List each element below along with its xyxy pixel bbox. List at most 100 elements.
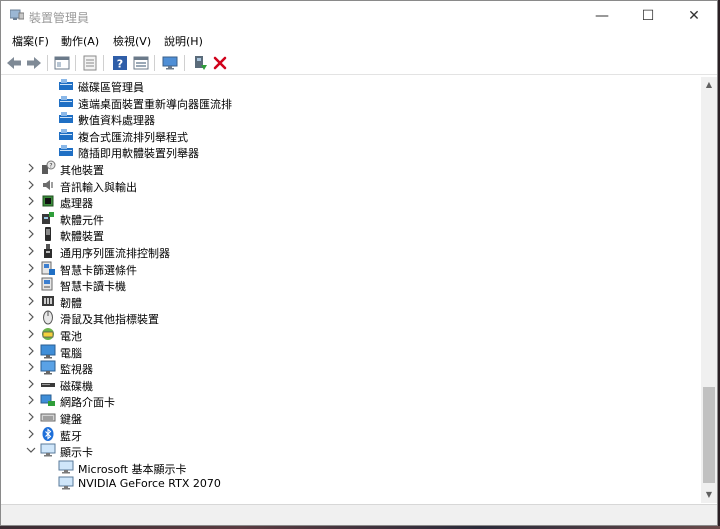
scroll-thumb[interactable] [703, 387, 715, 483]
mouse-icon [40, 309, 56, 325]
chevron-right-icon[interactable] [26, 245, 36, 257]
chevron-down-icon: ▼ [705, 490, 713, 499]
chevron-right-icon[interactable] [26, 228, 36, 240]
toolbar-separator [184, 55, 185, 71]
tree-row-label: 數值資料處理器 [78, 114, 155, 128]
tree-row[interactable]: 軟體元件 [2, 210, 692, 227]
vertical-scrollbar[interactable]: ▲ ▼ [701, 77, 717, 503]
tree-row[interactable]: 隨插即用軟體裝置列舉器 [2, 143, 692, 160]
tree-row[interactable]: ? 其他裝置 [2, 160, 692, 177]
chevron-right-icon[interactable] [26, 328, 36, 340]
tree-row-label: 網路介面卡 [60, 396, 115, 410]
tree-row-label: Microsoft 基本顯示卡 [78, 462, 187, 476]
tree-row[interactable]: 韌體 [2, 293, 692, 310]
tree-row[interactable]: 通用序列匯流排控制器 [2, 243, 692, 260]
tree-row[interactable]: NVIDIA GeForce RTX 2070 [2, 475, 692, 492]
forward-arrow-icon[interactable] [25, 54, 43, 72]
chevron-down-icon[interactable] [26, 444, 36, 456]
maximize-icon: ☐ [641, 8, 655, 24]
update-driver-icon[interactable] [191, 54, 209, 72]
tree-row[interactable]: 電腦 [2, 343, 692, 360]
disk-drive-icon [40, 376, 56, 392]
menu-action[interactable]: 動作(A) [59, 33, 101, 49]
tree-row[interactable]: 智慧卡讀卡機 [2, 276, 692, 293]
tree-row-label: 磁碟區管理員 [78, 81, 144, 94]
chevron-right-icon[interactable] [26, 162, 36, 174]
display-adapter-icon [40, 442, 56, 458]
close-button[interactable]: ✕ [671, 1, 717, 31]
status-bar [1, 504, 717, 525]
menu-view[interactable]: 檢視(V) [111, 33, 153, 49]
chevron-right-icon[interactable] [26, 411, 36, 423]
chevron-right-icon[interactable] [26, 394, 36, 406]
tree-row[interactable]: 數值資料處理器 [2, 110, 692, 127]
tree-row-label: 電腦 [60, 346, 82, 360]
tree-row[interactable]: 處理器 [2, 193, 692, 210]
tree-row-label: 複合式匯流排列舉程式 [78, 130, 188, 144]
tree-row[interactable]: 軟體裝置 [2, 226, 692, 243]
chevron-right-icon[interactable] [26, 212, 36, 224]
chevron-right-icon[interactable] [26, 262, 36, 274]
tree-row-label: 軟體裝置 [60, 230, 104, 244]
tree-row-label: NVIDIA GeForce RTX 2070 [78, 477, 221, 491]
tree-row-label: 軟體元件 [60, 213, 104, 227]
monitor-icon[interactable] [161, 54, 179, 72]
storage-controller-icon [58, 77, 74, 93]
processor-icon [40, 193, 56, 209]
chevron-right-icon[interactable] [26, 378, 36, 390]
tree-row[interactable]: 磁碟區管理員 [2, 77, 692, 94]
tree-row[interactable]: 遠端桌面裝置重新導向器匯流排 [2, 94, 692, 111]
tree-row[interactable]: 藍牙 [2, 426, 692, 443]
tree-row-label: 滑鼠及其他指標裝置 [60, 313, 159, 327]
tree-row[interactable]: 磁碟機 [2, 376, 692, 393]
device-tree[interactable]: 磁碟區管理員 遠端桌面裝置重新導向器匯流排數值資料處理器複合式匯流排列舉程式 隨插即… [2, 77, 700, 503]
chevron-right-icon[interactable] [26, 345, 36, 357]
tree-row-label: 通用序列匯流排控制器 [60, 247, 170, 260]
menu-help[interactable]: 說明(H) [162, 33, 205, 49]
tree-row-label: 韌體 [60, 296, 82, 310]
chevron-right-icon[interactable] [26, 428, 36, 440]
uninstall-icon[interactable] [211, 54, 229, 72]
chevron-right-icon[interactable] [26, 278, 36, 290]
view-icon[interactable] [132, 54, 150, 72]
tree-row[interactable]: 鍵盤 [2, 409, 692, 426]
tree-row[interactable]: 滑鼠及其他指標裝置 [2, 309, 692, 326]
battery-icon [40, 326, 56, 342]
chevron-right-icon[interactable] [26, 295, 36, 307]
device-manager-window: 裝置管理員 — ☐ ✕ 檔案(F) 動作(A) 檢視(V) 說明(H) ? 磁碟… [0, 0, 718, 526]
smart-card-reader-icon [40, 276, 56, 292]
show-hide-tree-icon[interactable] [53, 54, 71, 72]
keyboard-icon [40, 409, 56, 425]
tree-row[interactable]: Microsoft 基本顯示卡 [2, 459, 692, 476]
help-icon[interactable]: ? [111, 54, 129, 72]
tree-row[interactable]: 電池 [2, 326, 692, 343]
device-manager-app-icon [9, 9, 25, 21]
window-title: 裝置管理員 [29, 11, 90, 25]
toolbar-separator [103, 55, 104, 71]
properties-icon[interactable] [81, 54, 99, 72]
menu-file[interactable]: 檔案(F) [10, 33, 51, 49]
tree-row-label: 監視器 [60, 363, 93, 377]
storage-controller-icon [58, 110, 74, 126]
tree-row[interactable]: 網路介面卡 [2, 392, 692, 409]
scroll-down-button[interactable]: ▼ [701, 487, 717, 503]
chevron-right-icon[interactable] [26, 195, 36, 207]
display-adapter-icon [58, 475, 74, 491]
chevron-right-icon[interactable] [26, 311, 36, 323]
maximize-button[interactable]: ☐ [625, 1, 671, 31]
minimize-icon: — [595, 8, 609, 24]
chevron-right-icon[interactable] [26, 179, 36, 191]
minimize-button[interactable]: — [579, 1, 625, 31]
chevron-right-icon[interactable] [26, 361, 36, 373]
tree-row[interactable]: 監視器 [2, 359, 692, 376]
title-bar[interactable]: 裝置管理員 — ☐ ✕ [1, 1, 717, 31]
back-arrow-icon[interactable] [5, 54, 23, 72]
tree-row[interactable]: 音訊輸入與輸出 [2, 177, 692, 194]
tree-row[interactable]: 顯示卡 [2, 442, 692, 459]
scroll-up-button[interactable]: ▲ [701, 77, 717, 93]
tree-row-label: 藍牙 [60, 429, 82, 443]
smart-card-filter-icon [40, 260, 56, 276]
tree-row[interactable]: 複合式匯流排列舉程式 [2, 127, 692, 144]
tree-row[interactable]: 智慧卡篩選條件 [2, 260, 692, 277]
bluetooth-icon [40, 426, 56, 442]
